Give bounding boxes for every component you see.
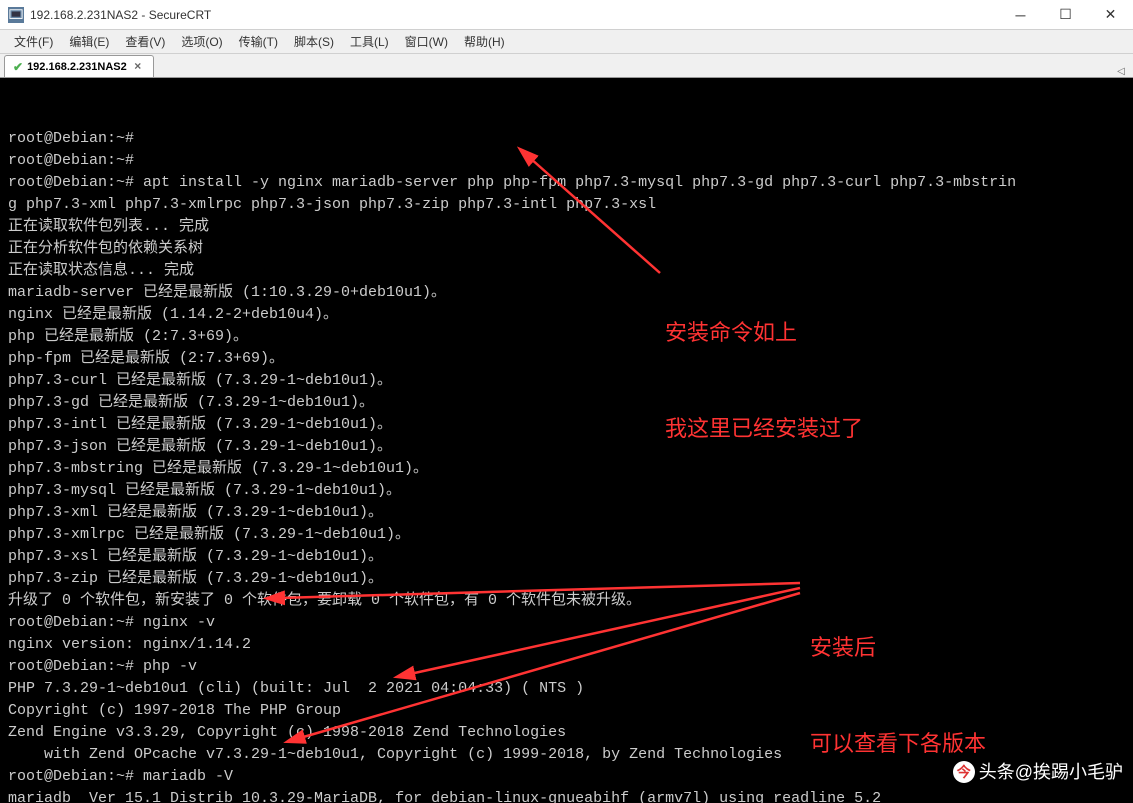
tab-scroll-hint[interactable]: ◁ <box>1113 66 1129 77</box>
menubar: 文件(F) 编辑(E) 查看(V) 选项(O) 传输(T) 脚本(S) 工具(L… <box>0 30 1133 54</box>
annotation-top: 安装命令如上 我这里已经安装过了 <box>665 253 863 509</box>
window-controls: ─ ☐ ✕ <box>998 0 1133 29</box>
annotation-text: 我这里已经安装过了 <box>665 413 863 445</box>
menu-view[interactable]: 查看(V) <box>119 31 171 52</box>
session-tab[interactable]: ✔ 192.168.2.231NAS2 × <box>4 55 154 77</box>
menu-script[interactable]: 脚本(S) <box>288 31 340 52</box>
check-icon: ✔ <box>13 60 23 74</box>
window-title: 192.168.2.231NAS2 - SecureCRT <box>30 8 998 22</box>
maximize-button[interactable]: ☐ <box>1043 0 1088 29</box>
terminal-pane[interactable]: root@Debian:~# root@Debian:~# root@Debia… <box>0 78 1133 803</box>
menu-edit[interactable]: 编辑(E) <box>63 31 115 52</box>
menu-tools[interactable]: 工具(L) <box>344 31 395 52</box>
window-titlebar: 192.168.2.231NAS2 - SecureCRT ─ ☐ ✕ <box>0 0 1133 30</box>
watermark-icon: 今 <box>953 761 975 783</box>
menu-file[interactable]: 文件(F) <box>8 31 59 52</box>
tab-close-icon[interactable]: × <box>131 60 145 74</box>
menu-window[interactable]: 窗口(W) <box>399 31 454 52</box>
close-button[interactable]: ✕ <box>1088 0 1133 29</box>
minimize-button[interactable]: ─ <box>998 0 1043 29</box>
tabbar: ✔ 192.168.2.231NAS2 × ◁ <box>0 54 1133 78</box>
menu-options[interactable]: 选项(O) <box>175 31 228 52</box>
watermark: 今 头条@挨踢小毛驴 <box>953 761 1123 783</box>
annotation-text: 安装命令如上 <box>665 317 863 349</box>
tab-label: 192.168.2.231NAS2 <box>27 61 127 73</box>
annotation-text: 可以查看下各版本 <box>810 728 986 760</box>
watermark-text: 头条@挨踢小毛驴 <box>979 761 1123 783</box>
app-icon <box>8 7 24 23</box>
annotation-text: 安装后 <box>810 632 986 664</box>
menu-transfer[interactable]: 传输(T) <box>233 31 284 52</box>
menu-help[interactable]: 帮助(H) <box>458 31 511 52</box>
